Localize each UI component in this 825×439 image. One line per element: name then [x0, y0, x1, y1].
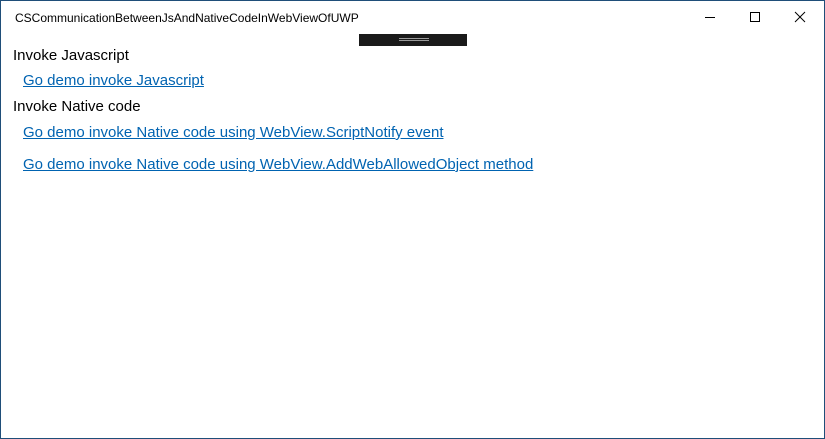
window-title: CSCommunicationBetweenJsAndNativeCodeInW… — [15, 11, 359, 25]
app-window: CSCommunicationBetweenJsAndNativeCodeInW… — [0, 0, 825, 439]
heading-invoke-javascript: Invoke Javascript — [13, 47, 129, 64]
drag-handle[interactable] — [359, 34, 467, 46]
title-bar[interactable]: CSCommunicationBetweenJsAndNativeCodeInW… — [1, 1, 824, 33]
link-add-web-allowed-object[interactable]: Go demo invoke Native code using WebView… — [23, 156, 533, 173]
link-invoke-javascript[interactable]: Go demo invoke Javascript — [23, 72, 204, 89]
close-button[interactable] — [777, 1, 823, 33]
maximize-button[interactable] — [732, 1, 778, 33]
link-script-notify[interactable]: Go demo invoke Native code using WebView… — [23, 124, 444, 141]
minimize-icon — [705, 17, 715, 18]
minimize-button[interactable] — [687, 1, 733, 33]
close-icon — [794, 11, 806, 23]
heading-invoke-native-code: Invoke Native code — [13, 98, 141, 115]
maximize-icon — [750, 12, 760, 22]
grip-icon — [399, 38, 429, 41]
